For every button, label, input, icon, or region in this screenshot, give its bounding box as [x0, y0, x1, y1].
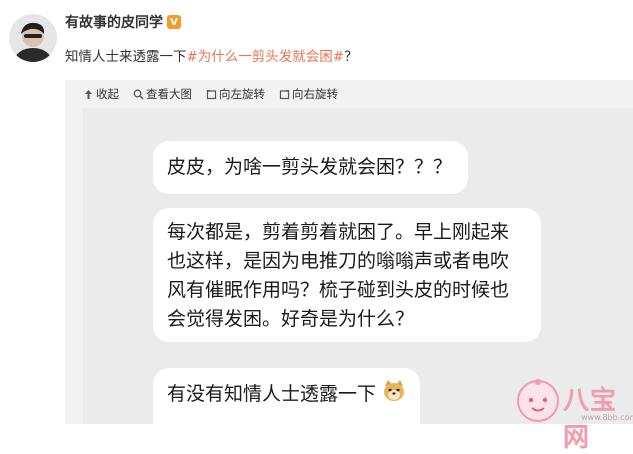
collapse-button[interactable]: 收起	[83, 86, 119, 102]
topic-link[interactable]: #为什么一剪头发就会困#	[187, 49, 345, 65]
chat-bubble-3: 有没有知情人士透露一下	[153, 368, 421, 451]
rotate-right-label[interactable]: 向右旋转	[292, 86, 338, 102]
rotate-left-icon	[206, 89, 217, 99]
zoom-icon	[133, 89, 144, 99]
author-name[interactable]: 有故事的皮同学 V	[65, 12, 181, 32]
media-toolbar: 收起 查看大图 向左旋转 向右旋转	[83, 86, 338, 102]
post-text-prefix: 知情人士来透露一下	[65, 49, 187, 65]
avatar[interactable]	[9, 14, 57, 62]
view-large-label[interactable]: 查看大图	[146, 86, 192, 102]
chat-bubble-2: 每次都是，剪着剪着就困了。早上刚起来也这样，是因为电推刀的嗡嗡声或者电吹风有催眠…	[153, 208, 541, 342]
collapse-label[interactable]: 收起	[96, 86, 119, 102]
post-image[interactable]: 皮皮，为啥一剪头发就会困？？？ 每次都是，剪着剪着就困了。早上刚起来也这样，是因…	[83, 108, 633, 453]
chat-bubble-1: 皮皮，为啥一剪头发就会困？？？	[153, 141, 469, 194]
chat-bubble-2-text: 每次都是，剪着剪着就困了。早上刚起来也这样，是因为电推刀的嗡嗡声或者电吹风有催眠…	[167, 221, 510, 330]
rotate-right-button[interactable]: 向右旋转	[279, 86, 338, 102]
view-large-button[interactable]: 查看大图	[133, 86, 192, 102]
post-text-suffix: ？	[344, 49, 358, 65]
chat-bubble-1-text: 皮皮，为啥一剪头发就会困？？？	[167, 156, 453, 178]
doge-emoji-icon	[382, 378, 406, 411]
media-viewer: 收起 查看大图 向左旋转 向右旋转 皮皮，为啥一剪头发就会困？？？ 每次都是，剪…	[65, 80, 633, 453]
watermark: 八宝网 www.8bb.com	[515, 378, 633, 453]
watermark-url: www.8bb.com	[581, 413, 633, 422]
rotate-right-icon	[279, 89, 290, 99]
watermark-mascot-icon	[517, 379, 559, 422]
verified-badge-icon: V	[167, 15, 181, 29]
rotate-left-label[interactable]: 向左旋转	[219, 86, 265, 102]
collapse-icon	[85, 89, 92, 99]
author-name-text[interactable]: 有故事的皮同学	[65, 12, 163, 32]
post-text: 知情人士来透露一下#为什么一剪头发就会困#？	[65, 45, 358, 65]
chat-bubble-3-text: 有没有知情人士透露一下	[167, 383, 377, 405]
rotate-left-button[interactable]: 向左旋转	[206, 86, 265, 102]
